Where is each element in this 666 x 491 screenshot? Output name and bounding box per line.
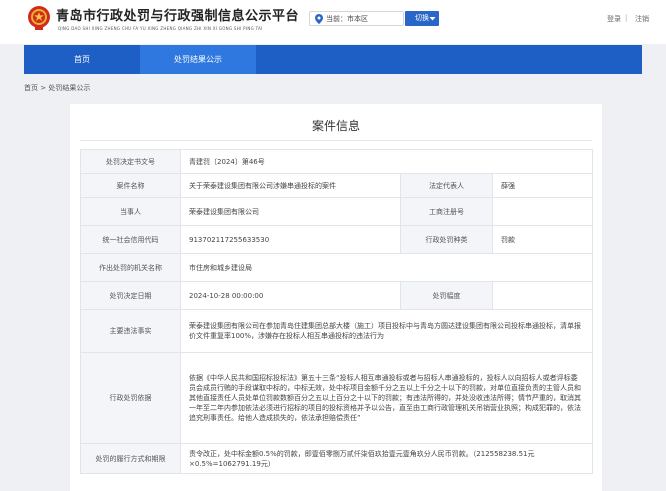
table-row: 处罚决定日期 2024-10-28 00:00:00 处罚幅度 (80, 281, 594, 310)
national-emblem-icon (28, 6, 50, 30)
table-row: 当事人 荣泰建设集团有限公司 工商注册号 (80, 197, 594, 226)
row-value (491, 197, 594, 226)
logout-link[interactable]: 注销 (635, 14, 649, 24)
row-label: 行政处罚依据 (80, 352, 181, 444)
row-label: 处罚的履行方式和期限 (80, 443, 181, 474)
table-row: 统一社会信用代码 913702117255633530 行政处罚种类 罚款 (80, 225, 594, 254)
location-label: 当前：市本区 (326, 15, 368, 23)
table-row: 作出处罚的机关名称 市住房和城乡建设局 (80, 253, 594, 282)
table-row: 案件名称 关于荣泰建设集团有限公司涉嫌串通投标的案件 法定代表人 薛强 (80, 173, 594, 198)
row-label: 当事人 (80, 197, 181, 226)
row-value: 913702117255633530 (180, 225, 401, 254)
row-value: 罚款 (491, 225, 594, 254)
row-value: 市住房和城乡建设局 (179, 253, 594, 282)
location-pin-icon (315, 14, 323, 24)
row-label: 案件名称 (80, 173, 181, 198)
row-value: 薛强 (491, 173, 594, 198)
table-row: 处罚决定书文号 青建罚〔2024〕第46号 (80, 149, 594, 174)
title-divider (80, 140, 592, 141)
row-label: 主要违法事实 (80, 309, 181, 353)
site-subtitle: QING DAO SHI XING ZHENG CHU FA YU XING Z… (58, 26, 263, 31)
table-row: 行政处罚依据 依据《中华人民共和国招标投标法》第五十三条“投标人相互串通投标或者… (80, 352, 594, 444)
row-value: 依据《中华人民共和国招标投标法》第五十三条“投标人相互串通投标或者与招标人串通投… (179, 352, 594, 444)
row-label: 法定代表人 (400, 173, 493, 198)
nav-item-label: 首页 (74, 55, 90, 64)
row-value: 荣泰建设集团有限公司 (180, 197, 401, 226)
row-label: 行政处罚种类 (400, 225, 493, 254)
table-row: 主要违法事实 荣泰建设集团有限公司在参加青岛住建集团总部大楼（施工）项目投标中与… (80, 309, 594, 353)
row-label: 处罚决定书文号 (80, 149, 181, 174)
row-label: 处罚决定日期 (80, 281, 181, 310)
row-value: 责令改正，处中标金额0.5%的罚款，即壹佰零捌万贰仟柒佰玖拾壹元壹角玖分人民币罚… (179, 443, 594, 474)
row-value: 2024-10-28 00:00:00 (180, 281, 401, 310)
row-value (491, 281, 594, 310)
nav-item-home[interactable]: 首页 (24, 45, 140, 74)
switch-label: 切换 (415, 14, 429, 22)
row-value: 关于荣泰建设集团有限公司涉嫌串通投标的案件 (180, 173, 401, 198)
row-label: 统一社会信用代码 (80, 225, 181, 254)
row-value: 青建罚〔2024〕第46号 (179, 149, 594, 174)
nav-item-label: 处罚结果公示 (174, 55, 222, 64)
breadcrumb: 首页 > 处罚结果公示 (24, 84, 91, 92)
row-label: 工商注册号 (400, 197, 493, 226)
row-label: 处罚幅度 (400, 281, 493, 310)
site-header: 青岛市行政处罚与行政强制信息公示平台 QING DAO SHI XING ZHE… (0, 0, 666, 44)
row-label: 作出处罚的机关名称 (80, 253, 181, 282)
chevron-down-icon (429, 17, 436, 21)
site-title: 青岛市行政处罚与行政强制信息公示平台 (56, 9, 300, 24)
case-info-panel: 案件信息 处罚决定书文号 青建罚〔2024〕第46号 案件名称 关于荣泰建设集团… (70, 104, 602, 491)
main-nav: 首页 处罚结果公示 (24, 45, 642, 74)
table-row: 处罚的履行方式和期限 责令改正，处中标金额0.5%的罚款，即壹佰零捌万贰仟柒佰玖… (80, 443, 594, 474)
page-title: 案件信息 (311, 119, 360, 133)
login-link[interactable]: 登录 (607, 14, 621, 24)
location-selector[interactable]: 当前：市本区 (309, 11, 404, 26)
nav-item-penalty-results[interactable]: 处罚结果公示 (140, 45, 256, 74)
case-info-table: 处罚决定书文号 青建罚〔2024〕第46号 案件名称 关于荣泰建设集团有限公司涉… (80, 149, 594, 474)
row-value: 荣泰建设集团有限公司在参加青岛住建集团总部大楼（施工）项目投标中与青岛方圆达建设… (179, 309, 594, 353)
header-separator: | (625, 14, 628, 22)
